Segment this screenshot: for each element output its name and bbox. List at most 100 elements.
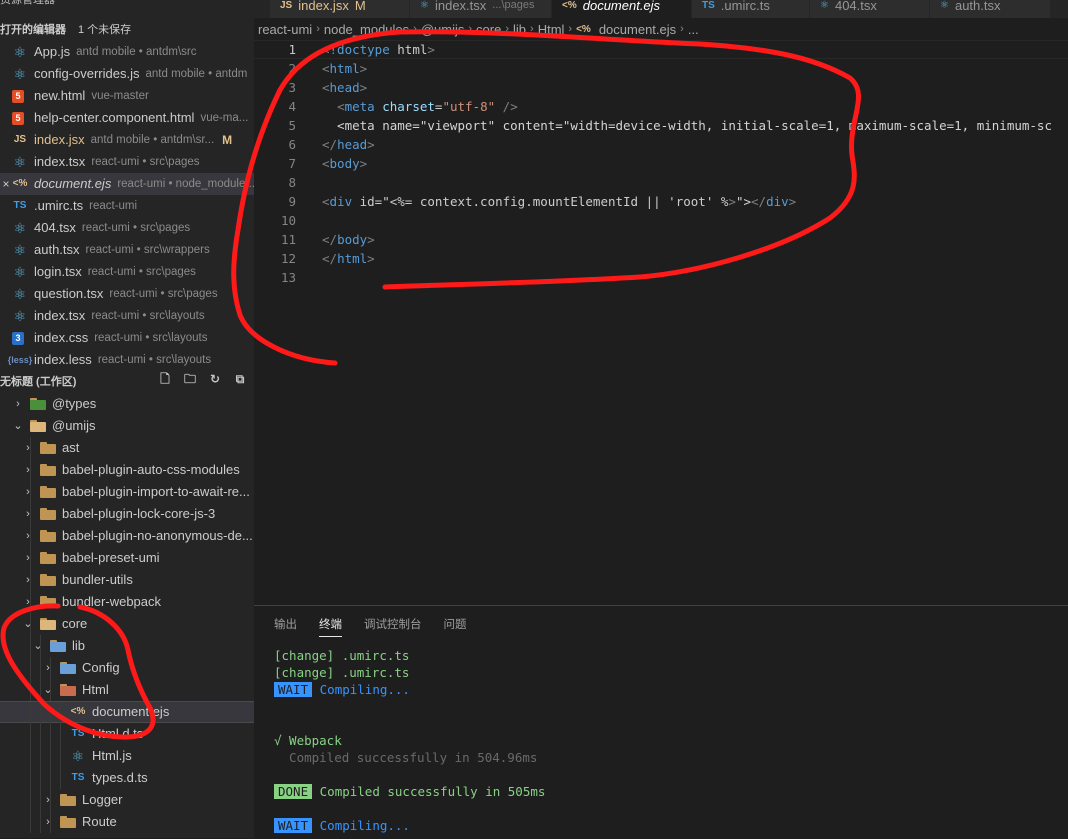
tree-folder[interactable]: › Config — [0, 657, 254, 679]
chevron-right-icon[interactable]: › — [42, 789, 54, 811]
panel-tab[interactable]: 输出 — [274, 616, 297, 637]
panel-tabs: 输出 终端 调试控制台 问题 — [274, 616, 467, 637]
chevron-down-icon[interactable]: ⌄ — [32, 635, 44, 657]
terminal-line: WAIT Compiling... — [274, 817, 545, 834]
code-line[interactable]: 1 <!doctype html> — [254, 40, 1068, 59]
open-editor-item[interactable]: ⚛ question.tsx react-umi • src\pages — [0, 283, 254, 305]
tree-folder[interactable]: › babel-preset-umi — [0, 547, 254, 569]
open-editor-item[interactable]: 3 index.css react-umi • src\layouts — [0, 327, 254, 349]
tree-folder[interactable]: › ast — [0, 437, 254, 459]
chevron-right-icon[interactable]: › — [22, 459, 34, 481]
close-icon[interactable]: × — [0, 173, 12, 195]
tree-file[interactable]: <% document.ejs — [0, 701, 254, 724]
tree-file[interactable]: TS Html.d.ts — [0, 723, 254, 745]
code-line[interactable]: 6 </head> — [254, 135, 1068, 154]
open-editors-header[interactable]: 打开的编辑器 1 个未保存 — [0, 19, 254, 41]
tree-folder[interactable]: › babel-plugin-lock-core-js-3 — [0, 503, 254, 525]
open-editor-item[interactable]: TS .umirc.ts react-umi — [0, 195, 254, 217]
open-editor-item[interactable]: ⚛ index.tsx react-umi • src\pages — [0, 151, 254, 173]
tree-folder[interactable]: › bundler-utils — [0, 569, 254, 591]
chevron-right-icon[interactable]: › — [22, 569, 34, 591]
code-line[interactable]: 10 — [254, 211, 1068, 230]
editor-tab[interactable]: <% document.ejs — [552, 0, 692, 18]
workspace-header[interactable]: 无标题 (工作区) 🗋 🗀 ↻ ⧉ — [0, 371, 254, 393]
breadcrumb-item[interactable]: @umijs — [421, 22, 465, 37]
chevron-right-icon[interactable]: › — [22, 591, 34, 613]
editor-tab[interactable]: ⚛ index.tsx ...\pages — [410, 0, 552, 18]
code-line[interactable]: 11 </body> — [254, 230, 1068, 249]
tree-label: Html.js — [92, 748, 132, 763]
new-folder-icon[interactable]: 🗀 — [182, 371, 198, 387]
tree-folder[interactable]: ⌄ Html — [0, 679, 254, 701]
open-editor-item[interactable]: ⚛ config-overrides.js antd mobile • antdm — [0, 63, 254, 85]
tree-folder[interactable]: › babel-plugin-auto-css-modules — [0, 459, 254, 481]
code-line[interactable]: 9 <div id="<%= context.config.mountElemen… — [254, 192, 1068, 211]
code-line[interactable]: 2 <html> — [254, 59, 1068, 78]
tree-file[interactable]: TS types.d.ts — [0, 767, 254, 789]
open-editor-item[interactable]: ⚛ 404.tsx react-umi • src\pages — [0, 217, 254, 239]
code-editor[interactable]: 1 <!doctype html> 2 <html> 3 <head> 4 <meta ch… — [254, 40, 1068, 605]
chevron-right-icon[interactable]: › — [42, 811, 54, 833]
open-editor-item[interactable]: 5 new.html vue-master — [0, 85, 254, 107]
code-line[interactable]: 8 — [254, 173, 1068, 192]
refresh-icon[interactable]: ↻ — [207, 371, 223, 387]
tree-folder[interactable]: ⌄ @umijs — [0, 415, 254, 437]
breadcrumb-item[interactable]: document.ejs — [599, 22, 676, 37]
editor-tab[interactable]: TS .umirc.ts — [692, 0, 810, 18]
new-file-icon[interactable]: 🗋 — [157, 371, 173, 387]
open-editor-item[interactable]: JS index.jsx antd mobile • antdm\sr... M — [0, 129, 254, 151]
open-editor-item[interactable]: 5 help-center.component.html vue-ma... — [0, 107, 254, 129]
breadcrumb-item[interactable]: core — [476, 22, 501, 37]
open-editor-filename: index.less — [34, 352, 92, 367]
code-line[interactable]: 3 <head> — [254, 78, 1068, 97]
tree-file[interactable]: ⚛ Html.js — [0, 745, 254, 767]
chevron-right-icon[interactable]: › — [42, 657, 54, 679]
tree-folder[interactable]: › bundler-webpack — [0, 591, 254, 613]
open-editor-item[interactable]: ⚛ index.tsx react-umi • src\layouts — [0, 305, 254, 327]
chevron-right-icon[interactable]: › — [22, 525, 34, 547]
tree-folder[interactable]: › @types — [0, 393, 254, 415]
chevron-right-icon[interactable]: › — [22, 503, 34, 525]
panel-tab[interactable]: 问题 — [444, 616, 467, 637]
tree-folder[interactable]: › babel-plugin-import-to-await-re... — [0, 481, 254, 503]
code-line[interactable]: 5 <meta name="viewport" content="width=d… — [254, 116, 1068, 135]
breadcrumb-item[interactable]: Html — [538, 22, 565, 37]
html5-icon: 5 — [12, 111, 24, 125]
folder-icon — [40, 486, 56, 498]
chevron-down-icon[interactable]: ⌄ — [42, 679, 54, 701]
tree-folder[interactable]: ⌄ lib — [0, 635, 254, 657]
code-line[interactable]: 12 </html> — [254, 249, 1068, 268]
terminal-output[interactable]: [change] .umirc.ts [change] .umirc.ts WA… — [274, 647, 545, 834]
chevron-down-icon[interactable]: ⌄ — [22, 613, 34, 635]
open-editor-item[interactable]: ⚛ auth.tsx react-umi • src\wrappers — [0, 239, 254, 261]
breadcrumb-item[interactable]: ... — [688, 22, 699, 37]
open-editor-item[interactable]: × <% document.ejs react-umi • node_module..… — [0, 173, 254, 195]
code-line[interactable]: 7 <body> — [254, 154, 1068, 173]
breadcrumb-item[interactable]: node_modules — [324, 22, 409, 37]
code-line[interactable]: 4 <meta charset="utf-8" /> — [254, 97, 1068, 116]
chevron-right-icon[interactable]: › — [12, 393, 24, 415]
chevron-right-icon: › — [530, 23, 534, 35]
tree-folder[interactable]: › babel-plugin-no-anonymous-de... — [0, 525, 254, 547]
open-editor-path: vue-master — [91, 90, 149, 102]
breadcrumb-item[interactable]: lib — [513, 22, 526, 37]
chevron-right-icon[interactable]: › — [22, 481, 34, 503]
editor-tab[interactable]: ⚛ auth.tsx — [930, 0, 1051, 18]
open-editor-item[interactable]: ⚛ App.js antd mobile • antdm\src — [0, 41, 254, 63]
breadcrumb-item[interactable]: react-umi — [258, 22, 312, 37]
panel-tab[interactable]: 调试控制台 — [364, 616, 422, 637]
editor-tab[interactable]: JS index.jsx M — [270, 0, 410, 18]
editor-tab[interactable]: ⚛ 404.tsx — [810, 0, 930, 18]
tree-folder[interactable]: › Logger — [0, 789, 254, 811]
chevron-right-icon[interactable]: › — [22, 437, 34, 459]
open-editor-item[interactable]: ⚛ login.tsx react-umi • src\pages — [0, 261, 254, 283]
code-line[interactable]: 13 — [254, 268, 1068, 287]
panel-tab[interactable]: 终端 — [319, 616, 342, 637]
chevron-down-icon[interactable]: ⌄ — [12, 415, 24, 437]
tree-folder[interactable]: ⌄ core — [0, 613, 254, 635]
react-icon: ⚛ — [71, 748, 85, 764]
open-editor-filename: index.jsx — [34, 132, 85, 147]
tree-folder[interactable]: › Route — [0, 811, 254, 833]
collapse-all-icon[interactable]: ⧉ — [232, 371, 248, 387]
chevron-right-icon[interactable]: › — [22, 547, 34, 569]
